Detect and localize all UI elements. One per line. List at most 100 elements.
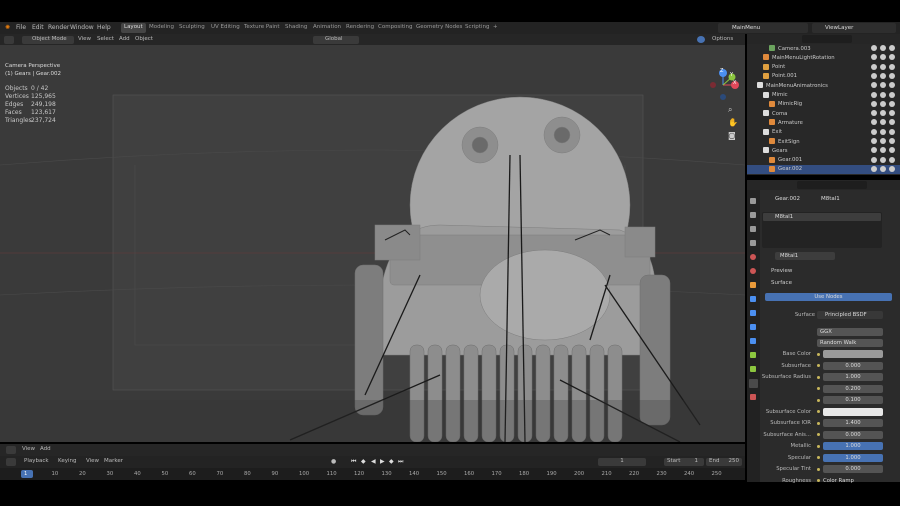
- visibility-eye-icon[interactable]: [880, 100, 886, 107]
- 3d-viewport[interactable]: Camera Perspective (1) Gears | Gear.002 …: [0, 45, 745, 442]
- menu-view[interactable]: View: [22, 446, 35, 454]
- socket-dot-icon[interactable]: [817, 398, 820, 402]
- outliner-row[interactable]: MainMenuAnimatronics: [747, 81, 900, 90]
- exclude-checkbox-icon[interactable]: [871, 82, 877, 89]
- menu-render[interactable]: Render: [48, 24, 69, 31]
- physics-tab-icon[interactable]: [750, 324, 756, 330]
- outliner-row[interactable]: Point: [747, 63, 900, 72]
- scene-selector[interactable]: MainMenu: [718, 23, 808, 33]
- exclude-checkbox-icon[interactable]: [871, 119, 877, 126]
- jump-start-icon[interactable]: ⏮: [351, 458, 356, 466]
- render-camera-icon[interactable]: [889, 156, 895, 163]
- outliner-row[interactable]: Exit: [747, 128, 900, 137]
- visibility-eye-icon[interactable]: [880, 91, 886, 98]
- render-tab-icon[interactable]: [750, 212, 756, 218]
- material-name-field[interactable]: M8tal1: [775, 252, 835, 260]
- tab-animation[interactable]: Animation: [310, 23, 344, 33]
- visibility-eye-icon[interactable]: [880, 72, 886, 79]
- visibility-eye-icon[interactable]: [880, 119, 886, 126]
- properties-search-input[interactable]: [797, 181, 867, 189]
- outliner-search-input[interactable]: [802, 35, 852, 43]
- socket-dot-icon[interactable]: [817, 421, 820, 425]
- socket-dot-icon[interactable]: [817, 410, 820, 413]
- visibility-eye-icon[interactable]: [880, 147, 886, 154]
- render-camera-icon[interactable]: [889, 72, 895, 79]
- render-camera-icon[interactable]: [889, 54, 895, 61]
- outliner-row[interactable]: Point.001: [747, 72, 900, 81]
- editor-type-icon[interactable]: [4, 35, 14, 44]
- menu-playback[interactable]: Playback: [24, 458, 49, 466]
- socket-dot-icon[interactable]: [817, 444, 820, 448]
- outliner-row[interactable]: Gears: [747, 146, 900, 155]
- exclude-checkbox-icon[interactable]: [871, 54, 877, 61]
- menu-help[interactable]: Help: [97, 24, 111, 31]
- jump-end-icon[interactable]: ⏭: [398, 458, 403, 466]
- exclude-checkbox-icon[interactable]: [871, 72, 877, 79]
- next-keyframe-icon[interactable]: ◆: [389, 458, 394, 466]
- value-field[interactable]: 0.000: [823, 430, 883, 439]
- outliner-row[interactable]: Gear.001: [747, 156, 900, 165]
- menu-keying[interactable]: Keying: [58, 458, 76, 466]
- visibility-eye-icon[interactable]: [880, 45, 886, 51]
- surface-shader-field[interactable]: Principled BSDF: [817, 311, 883, 319]
- subsurface-method-dropdown[interactable]: Random Walk: [817, 339, 883, 347]
- render-camera-icon[interactable]: [889, 110, 895, 117]
- exclude-checkbox-icon[interactable]: [871, 100, 877, 107]
- solid-shading-icon[interactable]: [697, 36, 705, 43]
- render-camera-icon[interactable]: [889, 91, 895, 98]
- render-camera-icon[interactable]: [889, 128, 895, 135]
- visibility-eye-icon[interactable]: [880, 110, 886, 117]
- tab-geometry-nodes[interactable]: Geometry Nodes: [413, 23, 465, 33]
- tab-scripting[interactable]: Scripting: [462, 23, 492, 33]
- timeline-editor-icon[interactable]: [6, 457, 16, 466]
- constraints-tab-icon[interactable]: [750, 338, 756, 344]
- tab-sculpting[interactable]: Sculpting: [176, 23, 208, 33]
- value-field[interactable]: 1.400: [823, 419, 883, 427]
- exclude-checkbox-icon[interactable]: [871, 165, 877, 172]
- visibility-eye-icon[interactable]: [880, 128, 886, 135]
- value-field[interactable]: 1.000: [823, 453, 883, 462]
- render-camera-icon[interactable]: [889, 138, 895, 144]
- outliner-row[interactable]: Coma: [747, 109, 900, 118]
- visibility-eye-icon[interactable]: [880, 63, 886, 70]
- render-camera-icon[interactable]: [889, 63, 895, 70]
- socket-dot-icon[interactable]: [817, 387, 820, 390]
- exclude-checkbox-icon[interactable]: [871, 91, 877, 98]
- menu-edit[interactable]: Edit: [32, 24, 44, 31]
- exclude-checkbox-icon[interactable]: [871, 156, 877, 163]
- object-tab-icon[interactable]: [750, 282, 756, 288]
- options-button[interactable]: Options: [712, 36, 733, 44]
- camera-view-icon[interactable]: ◙: [728, 131, 736, 140]
- visibility-eye-icon[interactable]: [880, 82, 886, 89]
- render-camera-icon[interactable]: [889, 147, 895, 154]
- menu-file[interactable]: File: [16, 24, 26, 31]
- tab-rendering[interactable]: Rendering: [343, 23, 377, 33]
- tab-layout[interactable]: Layout: [121, 23, 146, 33]
- outliner-row[interactable]: Gear.002: [747, 164, 900, 175]
- socket-dot-icon[interactable]: [817, 479, 820, 482]
- menu-view[interactable]: View: [78, 36, 91, 44]
- end-frame-field[interactable]: End 250: [706, 457, 742, 466]
- outliner-row[interactable]: MainMenuLightRotation: [747, 53, 900, 62]
- render-camera-icon[interactable]: [889, 165, 895, 172]
- current-frame-field[interactable]: 1: [598, 457, 646, 466]
- menu-window[interactable]: Window: [70, 24, 94, 31]
- preview-section[interactable]: Preview: [771, 268, 792, 274]
- tab-modeling[interactable]: Modeling: [146, 23, 177, 33]
- value-field[interactable]: 0.000: [823, 361, 883, 370]
- menu-select[interactable]: Select: [97, 36, 114, 44]
- exclude-checkbox-icon[interactable]: [871, 128, 877, 135]
- visibility-eye-icon[interactable]: [880, 156, 886, 163]
- render-camera-icon[interactable]: [889, 119, 895, 126]
- outliner-row[interactable]: MimicRig: [747, 100, 900, 109]
- record-icon[interactable]: ●: [331, 458, 336, 466]
- menu-object[interactable]: Object: [135, 36, 153, 44]
- zoom-icon[interactable]: ⌕: [728, 105, 732, 115]
- tool-tab-icon[interactable]: [750, 198, 756, 204]
- render-camera-icon[interactable]: [889, 100, 895, 107]
- socket-dot-icon[interactable]: [817, 467, 820, 471]
- outliner-row[interactable]: Armature: [747, 118, 900, 127]
- value-field[interactable]: 0.000: [823, 465, 883, 473]
- exclude-checkbox-icon[interactable]: [871, 45, 877, 51]
- play-icon[interactable]: ▶: [380, 458, 385, 466]
